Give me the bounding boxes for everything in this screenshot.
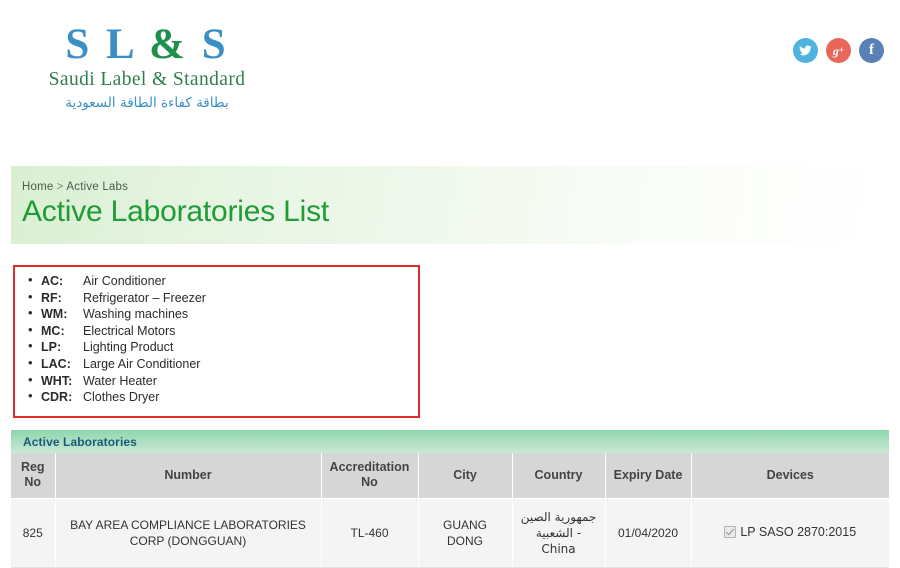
- column-header-country[interactable]: Country: [512, 453, 606, 499]
- cell-country: جمهورية الصين الشعبية - China: [512, 498, 606, 568]
- table-header-row: Reg No Number Accreditation No City Coun…: [11, 453, 889, 499]
- column-header-number[interactable]: Number: [55, 453, 322, 499]
- logo-wordmark: S L & S: [22, 22, 272, 67]
- list-item: CDR: Clothes Dryer: [28, 388, 418, 406]
- breadcrumb-current[interactable]: Active Labs: [66, 181, 128, 193]
- panel-heading: Active Laboratories: [11, 430, 889, 453]
- cell-city: GUANG DONG: [418, 498, 513, 568]
- legend-description: Large Air Conditioner: [83, 356, 201, 371]
- column-header-accreditation-no[interactable]: Accreditation No: [321, 453, 419, 499]
- facebook-icon[interactable]: f: [859, 38, 884, 63]
- page-banner: Home > Active Labs Active Laboratories Lis…: [11, 166, 889, 244]
- legend-code: MC:: [41, 323, 65, 338]
- twitter-icon[interactable]: [793, 38, 818, 63]
- active-laboratories-table: Reg No Number Accreditation No City Coun…: [11, 453, 889, 568]
- breadcrumb: Home > Active Labs: [22, 181, 889, 193]
- list-item: WM: Washing machines: [28, 305, 418, 323]
- legend-description: Refrigerator – Freezer: [83, 290, 206, 305]
- logo-subtitle-en: Saudi Label & Standard: [48, 69, 246, 91]
- site-logo[interactable]: S L & S Saudi Label & Standard بطاقة كفا…: [22, 22, 272, 111]
- logo-subtitle-ar: بطاقة كفاءة الطاقة السعودية: [65, 95, 229, 112]
- legend-code: WHT:: [41, 373, 73, 388]
- social-links: g + f: [793, 38, 884, 63]
- legend-description: Water Heater: [83, 373, 157, 388]
- panel-heading-title: Active Laboratories: [23, 434, 137, 449]
- page-title: Active Laboratories List: [22, 195, 330, 228]
- list-item: RF: Refrigerator – Freezer: [28, 289, 418, 307]
- list-item: WHT: Water Heater: [28, 372, 418, 390]
- column-header-devices[interactable]: Devices: [691, 453, 889, 499]
- column-header-city[interactable]: City: [418, 453, 513, 499]
- table-header: Reg No Number Accreditation No City Coun…: [11, 453, 889, 499]
- cell-devices: LP SASO 2870:2015: [691, 498, 889, 568]
- cell-expiry-date: 01/04/2020: [605, 498, 692, 568]
- list-item: AC: Air Conditioner: [28, 272, 418, 290]
- legend-code: WM:: [41, 307, 68, 322]
- site-header: S L & S Saudi Label & Standard بطاقة كفا…: [0, 0, 900, 148]
- breadcrumb-home[interactable]: Home: [22, 181, 53, 193]
- legend-description: Washing machines: [83, 307, 189, 322]
- table-row[interactable]: 825 BAY AREA COMPLIANCE LABORATORIES COR…: [11, 498, 889, 568]
- device-checkbox[interactable]: [724, 526, 737, 539]
- legend-code: LP:: [41, 340, 62, 355]
- legend-description: Electrical Motors: [83, 323, 176, 338]
- device-abbreviation-legend: AC: Air Conditioner RF: Refrigerator – Fre…: [13, 265, 420, 418]
- legend-code: AC:: [41, 274, 64, 288]
- cell-number: BAY AREA COMPLIANCE LABORATORIES CORP (D…: [55, 498, 322, 568]
- cell-reg-no: 825: [11, 498, 56, 568]
- legend-description: Lighting Product: [83, 340, 174, 355]
- table-body: 825 BAY AREA COMPLIANCE LABORATORIES COR…: [11, 498, 889, 568]
- breadcrumb-separator: >: [56, 181, 64, 193]
- device-label: LP SASO 2870:2015: [740, 525, 857, 540]
- list-item: LP: Lighting Product: [28, 338, 418, 356]
- legend-description: Air Conditioner: [83, 274, 166, 288]
- active-laboratories-panel: Active Laboratories Reg No Number Accred…: [11, 430, 889, 568]
- google-plus-icon[interactable]: g +: [826, 38, 851, 63]
- legend-code: CDR:: [41, 390, 73, 405]
- list-item: MC: Electrical Motors: [28, 322, 418, 340]
- legend-list: AC: Air Conditioner RF: Refrigerator – Fre…: [15, 272, 418, 406]
- logo-wordmark-ampersand: &: [149, 21, 188, 68]
- list-item: LAC: Large Air Conditioner: [28, 355, 418, 373]
- legend-description: Clothes Dryer: [83, 390, 160, 405]
- cell-accreditation-no: TL-460: [321, 498, 419, 568]
- logo-wordmark-right: S: [201, 21, 229, 68]
- logo-wordmark-left: S L: [65, 21, 136, 68]
- legend-code: RF:: [41, 290, 62, 305]
- legend-code: LAC:: [41, 356, 71, 371]
- column-header-reg-no[interactable]: Reg No: [11, 453, 56, 499]
- column-header-expiry-date[interactable]: Expiry Date: [605, 453, 692, 499]
